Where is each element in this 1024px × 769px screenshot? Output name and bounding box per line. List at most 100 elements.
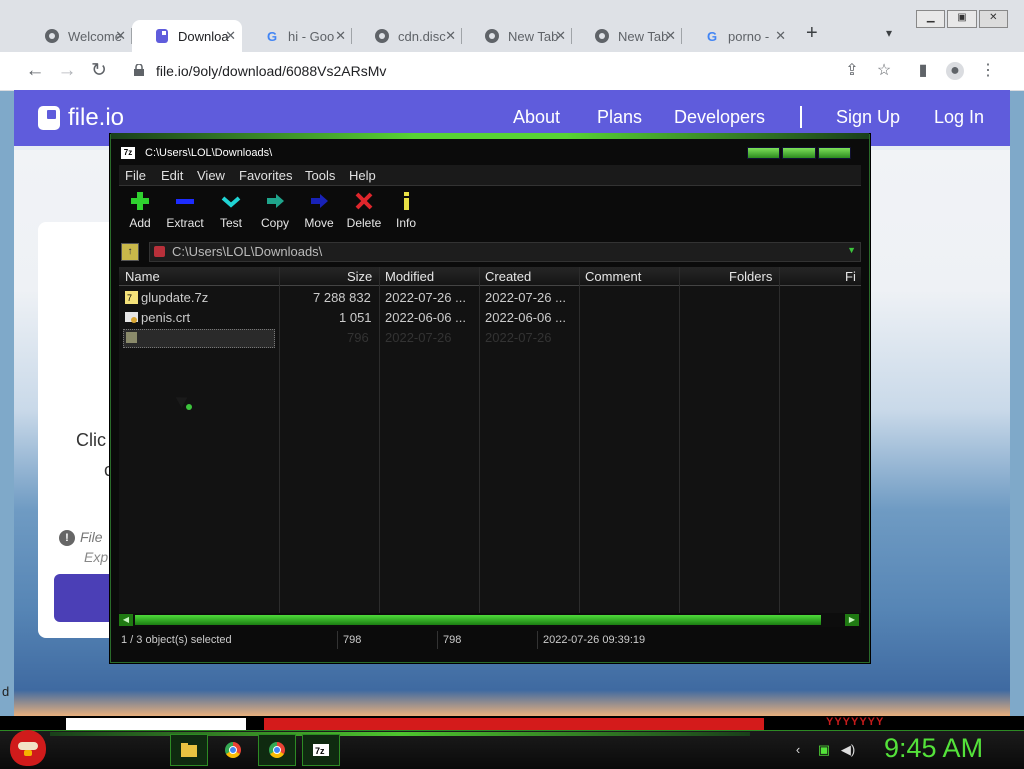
side-panel-icon[interactable]: ▮ xyxy=(914,62,932,80)
scroll-thumb[interactable] xyxy=(135,615,821,625)
tab-google-search[interactable]: G porno - ✕ xyxy=(682,20,792,52)
table-row-selected[interactable]: 796 2022-07-26 2022-07-26 xyxy=(119,329,861,348)
new-tab-button[interactable]: + xyxy=(806,22,818,45)
file-modified: 2022-07-26 ... xyxy=(385,290,466,305)
test-label: Test xyxy=(219,216,242,230)
file-list-header: Name Size Modified Created Comment Folde… xyxy=(119,267,861,286)
tab-cdn-discord[interactable]: cdn.disc ✕ xyxy=(352,20,462,52)
file-created: 2022-07-26 xyxy=(485,330,552,345)
menu-tools[interactable]: Tools xyxy=(305,168,335,183)
start-button-angry-bird-icon[interactable] xyxy=(10,730,46,766)
table-row[interactable]: penis.crt 1 051 2022-06-06 ... 2022-06-0… xyxy=(119,309,861,327)
tab-search-icon[interactable]: ▾ xyxy=(886,26,892,40)
nav-divider xyxy=(800,106,802,128)
dropdown-arrow-icon[interactable]: ▼ xyxy=(847,245,856,255)
tab-download[interactable]: Downloa ✕ xyxy=(132,20,242,52)
folder-up-icon[interactable]: ↑ xyxy=(121,243,139,261)
address-bar[interactable]: file.io/9oly/download/6088Vs2ARsMv xyxy=(124,57,904,85)
reload-icon[interactable]: ↻ xyxy=(88,60,110,82)
taskbar-7zip[interactable]: 7z xyxy=(302,734,340,766)
tab-google-hi[interactable]: G hi - Goo ✕ xyxy=(242,20,352,52)
add-button[interactable]: Add xyxy=(127,191,153,230)
copy-button[interactable]: Copy xyxy=(259,191,291,230)
back-icon[interactable]: ← xyxy=(24,60,46,82)
close-window-button[interactable]: ✕ xyxy=(978,10,1008,28)
site-logo[interactable]: file.io xyxy=(68,104,124,132)
taskbar-file-explorer[interactable] xyxy=(170,734,208,766)
column-modified[interactable]: Modified xyxy=(385,269,434,284)
column-name[interactable]: Name xyxy=(125,269,160,284)
nav-sign-up[interactable]: Sign Up xyxy=(836,107,900,128)
menu-help[interactable]: Help xyxy=(349,168,376,183)
column-folders[interactable]: Folders xyxy=(729,269,772,284)
profile-avatar-icon[interactable]: ● xyxy=(946,62,964,80)
taskbar-chrome-2[interactable] xyxy=(258,734,296,766)
close-icon[interactable]: ✕ xyxy=(555,28,566,44)
nav-log-in[interactable]: Log In xyxy=(934,107,984,128)
sevenzip-titlebar[interactable]: 7z C:\Users\LOL\Downloads\ xyxy=(111,141,869,165)
tab-welcome[interactable]: Welcome ✕ xyxy=(22,20,132,52)
column-created[interactable]: Created xyxy=(485,269,531,284)
menu-kebab-icon[interactable]: ⋮ xyxy=(979,62,997,80)
taskbar-chrome-1[interactable] xyxy=(214,734,252,766)
scroll-right-icon[interactable]: ▶ xyxy=(845,614,859,626)
volume-icon[interactable]: ◀) xyxy=(840,742,856,758)
status-date: 2022-07-26 09:39:19 xyxy=(543,634,646,646)
network-icon[interactable]: ▣ xyxy=(816,742,832,758)
tray-chevron-icon[interactable]: ‹ xyxy=(790,742,806,758)
taskbar-clock[interactable]: 9:45 AM xyxy=(884,733,983,764)
svg-text:7z: 7z xyxy=(315,746,325,756)
info-button[interactable]: Info xyxy=(393,191,419,230)
delete-button[interactable]: Delete xyxy=(345,191,383,230)
nav-about[interactable]: About xyxy=(513,107,560,128)
sevenzip-window: 7z C:\Users\LOL\Downloads\ File Edit Vie… xyxy=(110,133,870,663)
scroll-left-icon[interactable]: ◀ xyxy=(119,614,133,626)
minimize-button[interactable]: ▁ xyxy=(916,10,946,28)
tab-new-tab-2[interactable]: New Tab ✕ xyxy=(572,20,682,52)
nav-developers[interactable]: Developers xyxy=(674,107,765,128)
google-icon: G xyxy=(706,28,718,44)
close-button[interactable] xyxy=(817,147,851,159)
info-label: Info xyxy=(395,216,416,230)
menu-favorites[interactable]: Favorites xyxy=(239,168,292,183)
bookmark-star-icon[interactable]: ☆ xyxy=(875,62,893,80)
folder-icon xyxy=(181,743,197,757)
close-icon[interactable]: ✕ xyxy=(225,28,236,44)
close-icon[interactable]: ✕ xyxy=(335,28,346,44)
minimize-button[interactable] xyxy=(747,147,781,159)
close-icon[interactable]: ✕ xyxy=(775,28,786,44)
close-icon[interactable]: ✕ xyxy=(665,28,676,44)
tab-new-tab-1[interactable]: New Tab ✕ xyxy=(462,20,572,52)
share-icon[interactable]: ⇪ xyxy=(843,62,861,80)
test-button[interactable]: Test xyxy=(217,191,245,230)
restore-button[interactable]: ▣ xyxy=(947,10,977,28)
nav-plans[interactable]: Plans xyxy=(597,107,642,128)
certificate-icon xyxy=(125,312,138,323)
column-comment[interactable]: Comment xyxy=(585,269,641,284)
close-icon[interactable]: ✕ xyxy=(115,28,126,44)
forward-icon[interactable]: → xyxy=(56,60,78,82)
test-icon xyxy=(220,191,242,211)
fileio-logo-icon[interactable] xyxy=(38,106,60,130)
column-files[interactable]: Fi xyxy=(845,269,856,284)
move-button[interactable]: Move xyxy=(303,191,335,230)
menu-view[interactable]: View xyxy=(197,168,225,183)
table-row[interactable]: 7 glupdate.7z 7 288 832 2022-07-26 ... 2… xyxy=(119,289,861,307)
close-icon[interactable]: ✕ xyxy=(445,28,456,44)
horizontal-scrollbar[interactable]: ◀ ▶ xyxy=(119,613,861,627)
menu-edit[interactable]: Edit xyxy=(161,168,183,183)
extract-button[interactable]: Extract xyxy=(165,191,205,230)
status-divider xyxy=(537,631,538,649)
chrome-icon xyxy=(594,28,610,44)
file-size: 7 288 832 xyxy=(313,290,371,305)
menu-file[interactable]: File xyxy=(125,168,146,183)
file-modified: 2022-06-06 ... xyxy=(385,310,466,325)
column-size[interactable]: Size xyxy=(347,269,372,284)
maximize-button[interactable] xyxy=(782,147,816,159)
window-controls: ▁ ▣ ✕ xyxy=(916,10,1008,28)
path-combobox[interactable]: C:\Users\LOL\Downloads\ ▼ xyxy=(149,242,861,262)
status-packed: 798 xyxy=(443,634,462,646)
stray-text: d xyxy=(2,684,10,699)
add-label: Add xyxy=(129,216,151,230)
sevenzip-address-bar: ↑ C:\Users\LOL\Downloads\ ▼ xyxy=(119,241,861,263)
